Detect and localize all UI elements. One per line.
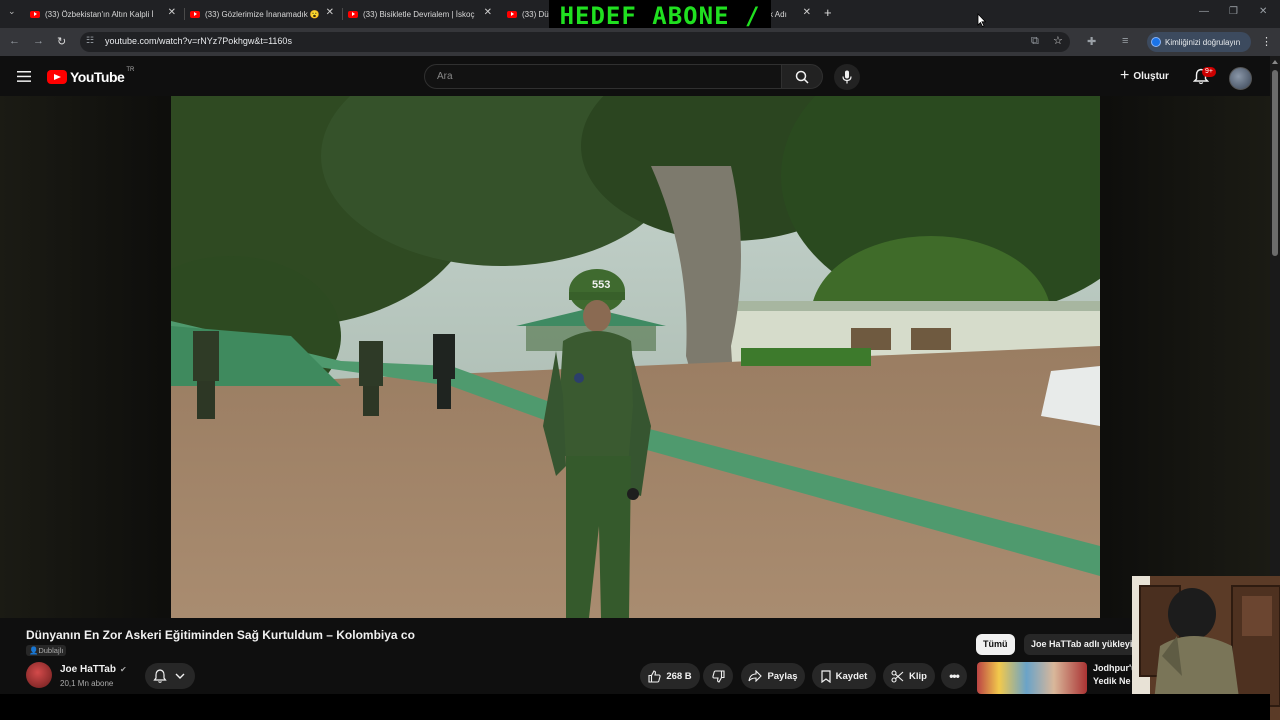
scroll-up-arrow-icon[interactable] (1272, 60, 1278, 64)
like-button[interactable]: 268 B (640, 663, 700, 689)
microphone-icon (842, 70, 852, 84)
youtube-favicon-icon (348, 10, 358, 18)
subscribed-notifications-button[interactable] (145, 663, 195, 689)
search-button[interactable] (781, 64, 823, 89)
channel-name[interactable]: Joe HaTTab (60, 664, 116, 675)
youtube-logo[interactable]: YouTube TR (47, 67, 135, 85)
clip-button[interactable]: Klip (883, 663, 935, 689)
helmet-number: 553 (592, 279, 610, 291)
youtube-favicon-icon (30, 10, 40, 18)
tab-title: k Adı (769, 9, 787, 19)
bottom-strip (0, 694, 1270, 720)
extensions-icon[interactable]: ✚ (1087, 35, 1096, 48)
more-horizontal-icon: ••• (949, 669, 960, 683)
save-button[interactable]: Kaydet (812, 663, 876, 689)
youtube-wordmark: YouTube (70, 69, 125, 85)
browser-tab-1[interactable]: (33) Özbekistan'ın Altın Kalpli İ ✕ (30, 4, 182, 24)
create-label: Oluştur (1133, 70, 1169, 82)
thumbs-down-icon (711, 669, 725, 683)
more-actions-button[interactable]: ••• (941, 663, 967, 689)
subscriber-count: 20,1 Mn abone (60, 679, 114, 688)
forward-icon[interactable]: → (33, 35, 44, 47)
media-controls-icon[interactable]: ≡ (1122, 35, 1128, 47)
search-box[interactable] (424, 64, 782, 89)
tab-title: (33) Gözlerimize İnanamadık 😮 (205, 9, 320, 19)
search-icon (795, 70, 809, 84)
tab-title: (33) Dü (522, 9, 549, 19)
tab-close-icon[interactable]: ✕ (484, 7, 492, 18)
voice-search-button[interactable] (834, 64, 860, 90)
close-window-icon[interactable]: ✕ (1259, 6, 1267, 17)
account-avatar[interactable] (1229, 67, 1252, 90)
share-label: Paylaş (767, 670, 798, 682)
channel-avatar[interactable] (26, 662, 52, 688)
plus-icon: + (1120, 67, 1130, 84)
verified-check-icon: ✔ (120, 665, 127, 674)
tab-close-icon[interactable]: ✕ (168, 7, 176, 18)
scroll-thumb[interactable] (1272, 70, 1278, 256)
youtube-play-icon (47, 70, 67, 84)
video-title: Dünyanın En Zor Askeri Eğitiminden Sağ K… (26, 628, 415, 642)
browser-menu-icon[interactable]: ⋮ (1261, 35, 1272, 48)
search-input[interactable] (435, 70, 769, 83)
back-icon[interactable]: ← (9, 35, 20, 47)
like-count: 268 B (666, 670, 692, 682)
notification-count-badge: 9+ (1202, 67, 1216, 77)
person-audio-icon: 👤 (29, 646, 39, 655)
tab-close-icon[interactable]: ✕ (326, 7, 334, 18)
browser-tab-2[interactable]: (33) Gözlerimize İnanamadık 😮 ✕ (190, 4, 340, 24)
chip-channel-uploads[interactable]: Joe HaTTab adlı yükleyic (1024, 634, 1145, 655)
profile-icon (1151, 37, 1161, 47)
maximize-icon[interactable]: ❐ (1229, 6, 1238, 17)
create-button[interactable]: + Oluştur (1120, 67, 1169, 85)
video-frame: 553 (171, 96, 1100, 618)
bookmark-icon (821, 669, 831, 683)
mouse-cursor-icon (977, 13, 986, 27)
chevron-down-icon (175, 673, 185, 679)
dislike-button[interactable] (703, 663, 733, 689)
youtube-favicon-icon (190, 10, 200, 18)
youtube-favicon-icon (507, 10, 517, 18)
site-settings-icon[interactable]: ☷ (86, 35, 94, 46)
chip-all[interactable]: Tümü (976, 634, 1015, 655)
tab-search-chevron-icon[interactable]: ⌄ (8, 6, 16, 17)
hamburger-menu-icon[interactable] (17, 71, 31, 82)
tab-title: (33) Bisikletle Devrialem | İskoç (363, 9, 475, 19)
browser-tab-3[interactable]: (33) Bisikletle Devrialem | İskoç ✕ (348, 4, 498, 24)
recommended-video-thumbnail[interactable] (977, 662, 1087, 694)
reload-icon[interactable]: ↻ (57, 35, 66, 48)
url-text[interactable]: youtube.com/watch?v=rNYz7Pokhgw&t=1160s (105, 36, 292, 46)
save-label: Kaydet (835, 670, 868, 682)
profile-chip-label: Kimliğinizi doğrulayın (1165, 37, 1241, 47)
bookmark-star-icon[interactable]: ☆ (1053, 34, 1063, 47)
tab-close-icon[interactable]: ✕ (803, 7, 811, 18)
share-arrow-icon (748, 670, 763, 682)
profile-verify-chip[interactable]: Kimliğinizi doğrulayın (1147, 32, 1251, 52)
video-player[interactable]: 553 (171, 96, 1100, 618)
country-code: TR (126, 67, 135, 73)
tab-title: (33) Özbekistan'ın Altın Kalpli İ (45, 9, 154, 19)
new-tab-button[interactable]: + (824, 5, 832, 20)
share-button[interactable]: Paylaş (741, 663, 805, 689)
notification-bell-icon (153, 669, 167, 683)
install-app-icon[interactable]: ⧉ (1031, 35, 1039, 48)
minimize-icon[interactable]: — (1199, 6, 1209, 17)
scissors-icon (891, 669, 904, 683)
browser-tab-5[interactable]: k Adı ✕ (769, 4, 815, 24)
thumbs-up-icon (648, 669, 661, 683)
clip-label: Klip (909, 670, 927, 682)
dubbed-badge: 👤Dublajlı (26, 645, 67, 656)
